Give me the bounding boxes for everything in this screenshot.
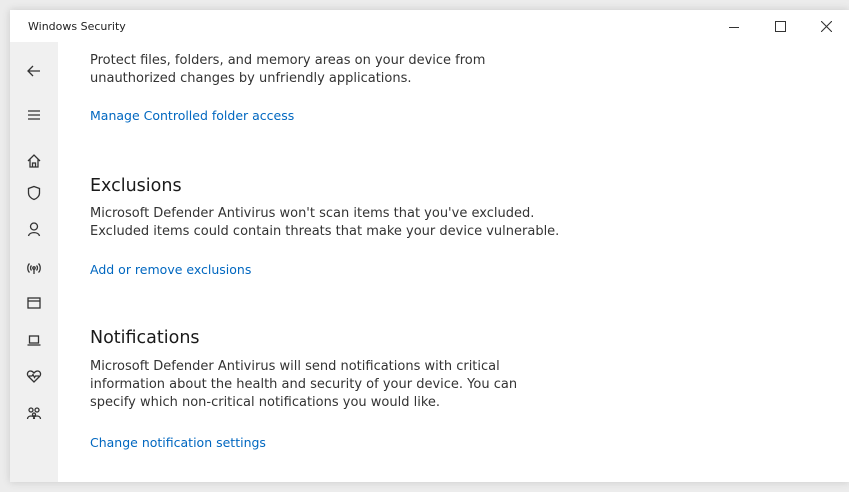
menu-button[interactable] (23, 104, 45, 126)
windows-security-window: Windows Security Protect files, folders,… (10, 10, 849, 482)
window-title: Windows Security (28, 20, 126, 33)
back-arrow-icon (27, 65, 40, 77)
notifications-heading: Notifications (90, 328, 200, 348)
wireless-icon (27, 263, 41, 274)
nav-virus-protection[interactable] (23, 182, 45, 204)
minimize-button[interactable] (711, 10, 757, 42)
nav-firewall[interactable] (23, 257, 45, 279)
close-button[interactable] (803, 10, 849, 42)
title-bar: Windows Security (10, 10, 849, 42)
nav-home[interactable] (23, 150, 45, 172)
family-icon (26, 407, 42, 420)
controlled-folder-section: Protect files, folders, and memory areas… (90, 52, 570, 88)
home-icon (27, 154, 41, 168)
hamburger-menu-icon (28, 110, 40, 120)
nav-rail (10, 42, 58, 482)
manage-controlled-folder-access-link[interactable]: Manage Controlled folder access (90, 108, 294, 123)
notifications-description: Microsoft Defender Antivirus will send n… (90, 359, 518, 410)
heart-icon (26, 370, 42, 383)
person-icon (27, 222, 41, 237)
exclusions-section: Microsoft Defender Antivirus won't scan … (90, 205, 570, 241)
controlled-folder-description: Protect files, folders, and memory areas… (90, 53, 486, 86)
change-notification-settings-link[interactable]: Change notification settings (90, 435, 266, 450)
exclusions-heading: Exclusions (90, 176, 182, 196)
back-button[interactable] (23, 60, 45, 82)
nav-family-options[interactable] (23, 402, 45, 424)
nav-app-browser-control[interactable] (23, 292, 45, 314)
nav-device-security[interactable] (23, 329, 45, 351)
add-remove-exclusions-link[interactable]: Add or remove exclusions (90, 262, 251, 277)
nav-device-performance[interactable] (23, 365, 45, 387)
app-browser-icon (27, 297, 41, 309)
exclusions-description: Microsoft Defender Antivirus won't scan … (90, 206, 560, 239)
shield-icon (27, 185, 41, 201)
laptop-icon (27, 335, 41, 346)
window-controls (711, 10, 849, 42)
close-icon (820, 20, 832, 32)
notifications-section: Microsoft Defender Antivirus will send n… (90, 358, 560, 412)
nav-account-protection[interactable] (23, 218, 45, 240)
maximize-button[interactable] (757, 10, 803, 42)
